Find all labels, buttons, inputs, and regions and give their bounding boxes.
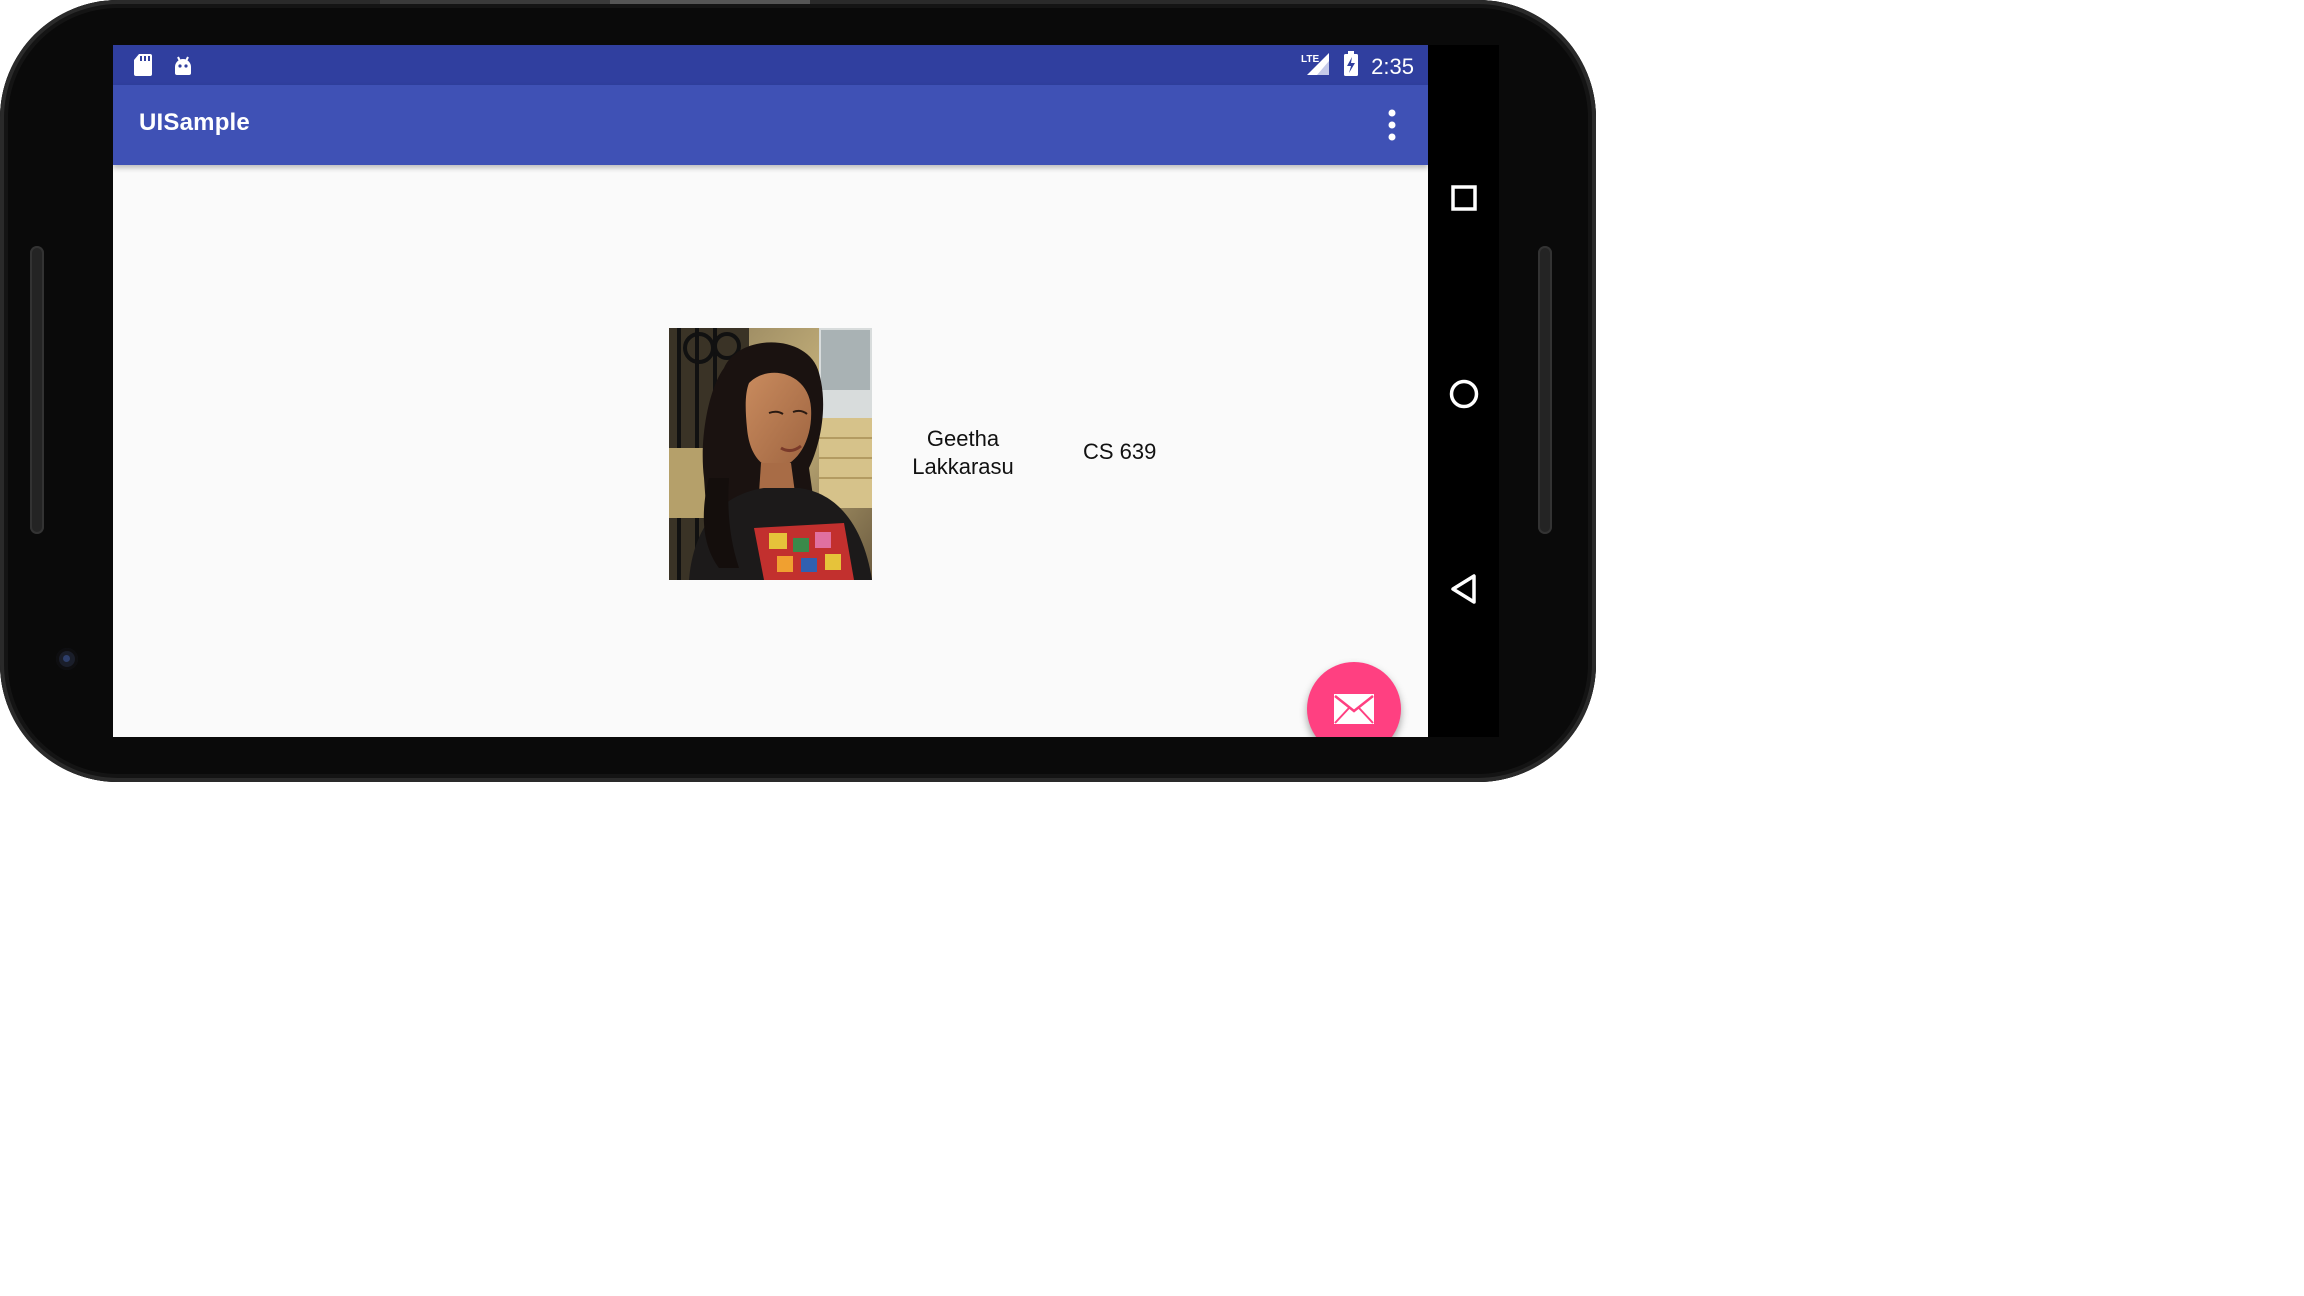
recents-icon[interactable] <box>1445 179 1483 217</box>
android-debug-icon <box>171 53 195 82</box>
status-notifications <box>133 53 195 82</box>
student-name-line2: Lakkarasu <box>912 454 1014 479</box>
svg-text:LTE: LTE <box>1301 54 1319 65</box>
app-bar: UISample <box>113 85 1428 165</box>
device-screen: LTE 2:35 UISample Geetha Lakkarasu CS 63… <box>113 45 1499 737</box>
mail-icon <box>1334 694 1374 724</box>
main-content: Geetha Lakkarasu CS 639 <box>113 165 1428 737</box>
back-icon[interactable] <box>1445 570 1483 608</box>
app-area: LTE 2:35 UISample Geetha Lakkarasu CS 63… <box>113 45 1428 737</box>
student-name-line1: Geetha <box>926 426 1000 451</box>
sd-card-icon <box>133 53 153 82</box>
lte-signal-icon: LTE <box>1301 51 1331 82</box>
phone-speaker-right <box>1538 246 1552 534</box>
status-bar: LTE 2:35 <box>113 45 1428 85</box>
email-fab[interactable] <box>1307 662 1401 737</box>
phone-top-edge-highlight <box>610 0 810 4</box>
course-label: CS 639 <box>1083 439 1157 464</box>
phone-frame: LTE 2:35 UISample Geetha Lakkarasu CS 63… <box>0 0 1596 782</box>
student-name: Geetha Lakkarasu <box>883 425 1043 481</box>
battery-charging-icon <box>1343 51 1359 82</box>
app-title: UISample <box>139 109 250 136</box>
navigation-bar <box>1428 45 1499 737</box>
status-system-icons: LTE 2:35 <box>1301 51 1414 82</box>
front-camera <box>56 648 78 670</box>
status-clock: 2:35 <box>1371 53 1414 79</box>
phone-speaker-left <box>30 246 44 534</box>
home-icon[interactable] <box>1445 375 1483 413</box>
profile-photo <box>669 328 872 580</box>
stage: LTE 2:35 UISample Geetha Lakkarasu CS 63… <box>0 0 2304 1296</box>
overflow-menu-icon[interactable] <box>1380 105 1404 145</box>
